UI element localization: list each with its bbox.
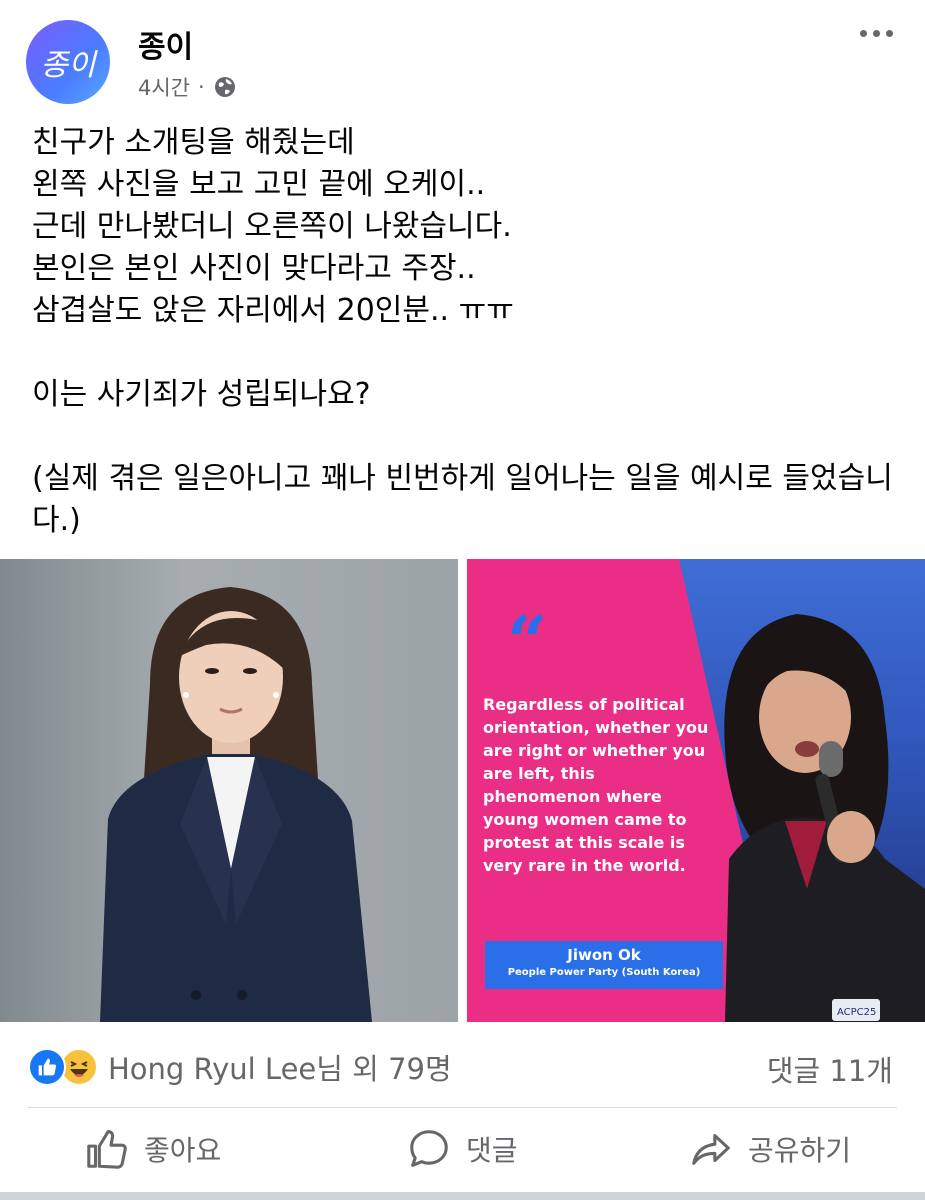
badge-label: ACPC25 bbox=[837, 1007, 876, 1018]
share-button[interactable]: 공유하기 bbox=[688, 1124, 851, 1174]
meta-separator: · bbox=[198, 75, 205, 99]
facebook-post: 종이 종이 4시간 · 친구가 소개팅을 해줬는데 왼쪽 사진을 보고 고민 끝… bbox=[0, 0, 925, 1200]
post-text-line: 왼쪽 사진을 보고 고민 끝에 오케이.. bbox=[32, 167, 486, 202]
like-button[interactable]: 좋아요 bbox=[84, 1124, 221, 1174]
comment-label: 댓글 bbox=[466, 1134, 518, 1167]
globe-icon bbox=[214, 77, 235, 97]
post-time[interactable]: 4시간 bbox=[138, 72, 190, 102]
like-label: 좋아요 bbox=[144, 1134, 222, 1167]
post-text-line: 본인은 본인 사진이 맞다라고 주장.. bbox=[32, 251, 476, 286]
post-text-line: 친구가 소개팅을 해줬는데 bbox=[32, 125, 355, 160]
post-meta: 4시간 · bbox=[138, 72, 237, 102]
portrait-illustration bbox=[100, 587, 372, 1022]
quote-mark-icon: “ bbox=[507, 600, 548, 683]
divider bbox=[28, 1107, 897, 1108]
speaker-name: Jiwon Ok bbox=[567, 946, 641, 964]
speaker-party: People Power Party (South Korea) bbox=[507, 967, 701, 978]
reactions-summary[interactable]: Hong Ryul Lee님 외 79명 bbox=[28, 1046, 452, 1088]
speaker-nameplate: Jiwon Ok People Power Party (South Korea… bbox=[485, 941, 723, 989]
post-text-line: 삼겹살도 앉은 자리에서 20인분.. ㅠㅠ bbox=[32, 293, 514, 328]
avatar[interactable]: 종이 bbox=[26, 20, 110, 104]
post-text-line: 근데 만나봤더니 오른쪽이 나왔습니다. bbox=[32, 209, 512, 244]
comment-button[interactable]: 댓글 bbox=[406, 1124, 518, 1174]
like-reaction-icon bbox=[28, 1048, 66, 1086]
quote-text: Regardless of political orientation, whe… bbox=[483, 695, 709, 875]
post-question: 이는 사기죄가 성립되나요? bbox=[32, 377, 371, 412]
photo-left[interactable] bbox=[0, 559, 458, 1022]
thumbs-up-icon bbox=[87, 1130, 127, 1169]
comment-bubble-icon bbox=[410, 1130, 448, 1167]
comment-count[interactable]: 댓글 11개 bbox=[767, 1048, 893, 1090]
photo-right[interactable]: ACPC25 “ Regardless of political orienta… bbox=[467, 559, 925, 1022]
more-options-icon[interactable] bbox=[860, 30, 893, 37]
bottom-separator bbox=[0, 1192, 925, 1200]
post-text: 친구가 소개팅을 해줬는데 왼쪽 사진을 보고 고민 끝에 오케이.. 근데 만… bbox=[32, 122, 902, 542]
reaction-text[interactable]: Hong Ryul Lee님 외 79명 bbox=[108, 1046, 452, 1088]
post-disclaimer: (실제 겪은 일은아니고 꽤나 빈번하게 일어나는 일을 예시로 들었습니다.) bbox=[32, 461, 893, 538]
author-name[interactable]: 종이 bbox=[138, 22, 193, 66]
share-label: 공유하기 bbox=[748, 1134, 852, 1167]
share-arrow-icon bbox=[692, 1134, 730, 1165]
